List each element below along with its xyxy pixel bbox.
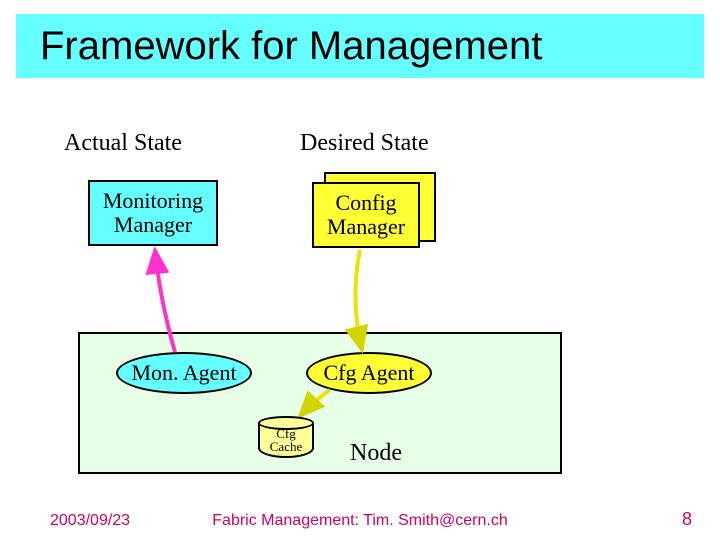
cache-label: Cfg Cache bbox=[270, 427, 302, 453]
actual-state-label: Actual State bbox=[64, 130, 182, 157]
cfg-agent-label: Cfg Agent bbox=[323, 360, 414, 386]
cfg-agent-ellipse: Cfg Agent bbox=[306, 352, 432, 394]
footer-center: Fabric Management: Tim. Smith@cern.ch bbox=[0, 512, 720, 530]
desired-state-label: Desired State bbox=[300, 130, 429, 157]
monitoring-manager-box: Monitoring Manager bbox=[88, 180, 218, 246]
mon-agent-ellipse: Mon. Agent bbox=[116, 352, 252, 394]
slide-title: Framework for Management bbox=[16, 14, 704, 78]
monitoring-manager-line2: Manager bbox=[114, 213, 192, 237]
mon-agent-label: Mon. Agent bbox=[131, 360, 236, 386]
node-box bbox=[78, 332, 562, 474]
cfg-cache-cylinder: Cfg Cache bbox=[258, 416, 314, 458]
config-manager-line2: Manager bbox=[327, 215, 405, 239]
config-manager-line1: Config bbox=[335, 191, 396, 215]
slide: Framework for Management Actual State De… bbox=[0, 0, 720, 540]
config-manager-box: Config Manager bbox=[312, 182, 420, 248]
node-label: Node bbox=[350, 440, 402, 467]
cache-line2: Cache bbox=[270, 439, 302, 454]
footer-page-number: 8 bbox=[682, 509, 692, 530]
monitoring-manager-line1: Monitoring bbox=[103, 189, 203, 213]
